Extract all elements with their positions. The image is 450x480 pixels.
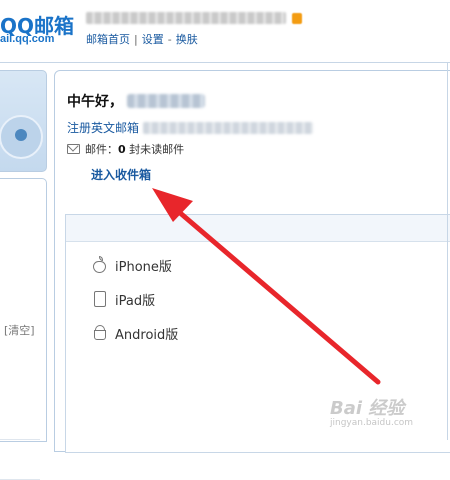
left-sidebar: [清空] <box>0 70 48 480</box>
user-name-redacted <box>127 94 205 108</box>
ipad-app-link[interactable]: iPad版 <box>92 287 155 311</box>
apple-icon <box>92 256 108 274</box>
sidebar-panel <box>0 178 47 480</box>
watermark-text: Bai 经验 <box>330 398 405 419</box>
change-skin-link[interactable]: 换肤 <box>176 33 198 46</box>
register-english-mailbox-link[interactable]: 注册英文邮箱 <box>67 119 314 136</box>
header-links: 邮箱首页 | 设置 - 换肤 <box>86 31 198 47</box>
account-status-icon <box>292 13 302 24</box>
unread-count: 0 <box>118 143 126 156</box>
iphone-label: iPhone版 <box>115 259 172 275</box>
ipad-label: iPad版 <box>115 293 156 309</box>
greeting-text: 中午好， <box>67 94 123 110</box>
mail-summary: 邮件：0 封未读邮件 <box>67 141 184 157</box>
android-label: Android版 <box>115 327 179 343</box>
logo-domain: ail.qq.com <box>0 33 55 45</box>
separator: | <box>134 33 138 46</box>
separator: - <box>167 33 172 46</box>
unread-suffix: 封未读邮件 <box>129 143 185 156</box>
android-icon <box>92 324 108 342</box>
top-bar: QQ邮箱 ail.qq.com 邮箱首页 | 设置 - 换肤 <box>0 0 450 62</box>
sidebar-banner <box>0 70 47 172</box>
android-app-link[interactable]: Android版 <box>92 321 178 345</box>
header-divider <box>0 62 450 63</box>
apps-panel-header <box>66 215 450 242</box>
account-email-redacted <box>86 12 286 24</box>
right-edge-divider <box>447 62 448 440</box>
iphone-app-link[interactable]: iPhone版 <box>92 253 172 277</box>
clear-button[interactable]: [清空] <box>4 322 35 338</box>
register-address-redacted <box>143 122 314 134</box>
watermark-sub: jingyan.baidu.com <box>330 418 414 428</box>
register-label: 注册英文邮箱 <box>67 121 140 135</box>
baidu-watermark: Bai 经验 jingyan.baidu.com <box>330 394 413 428</box>
greeting: 中午好， <box>67 91 205 111</box>
mailbox-home-link[interactable]: 邮箱首页 <box>86 33 130 46</box>
envelope-icon <box>67 144 80 154</box>
mail-label: 邮件： <box>85 143 118 156</box>
enter-inbox-link[interactable]: 进入收件箱 <box>91 166 151 183</box>
mascot-icon <box>0 115 43 159</box>
ipad-icon <box>92 290 108 308</box>
settings-link[interactable]: 设置 <box>142 33 164 46</box>
